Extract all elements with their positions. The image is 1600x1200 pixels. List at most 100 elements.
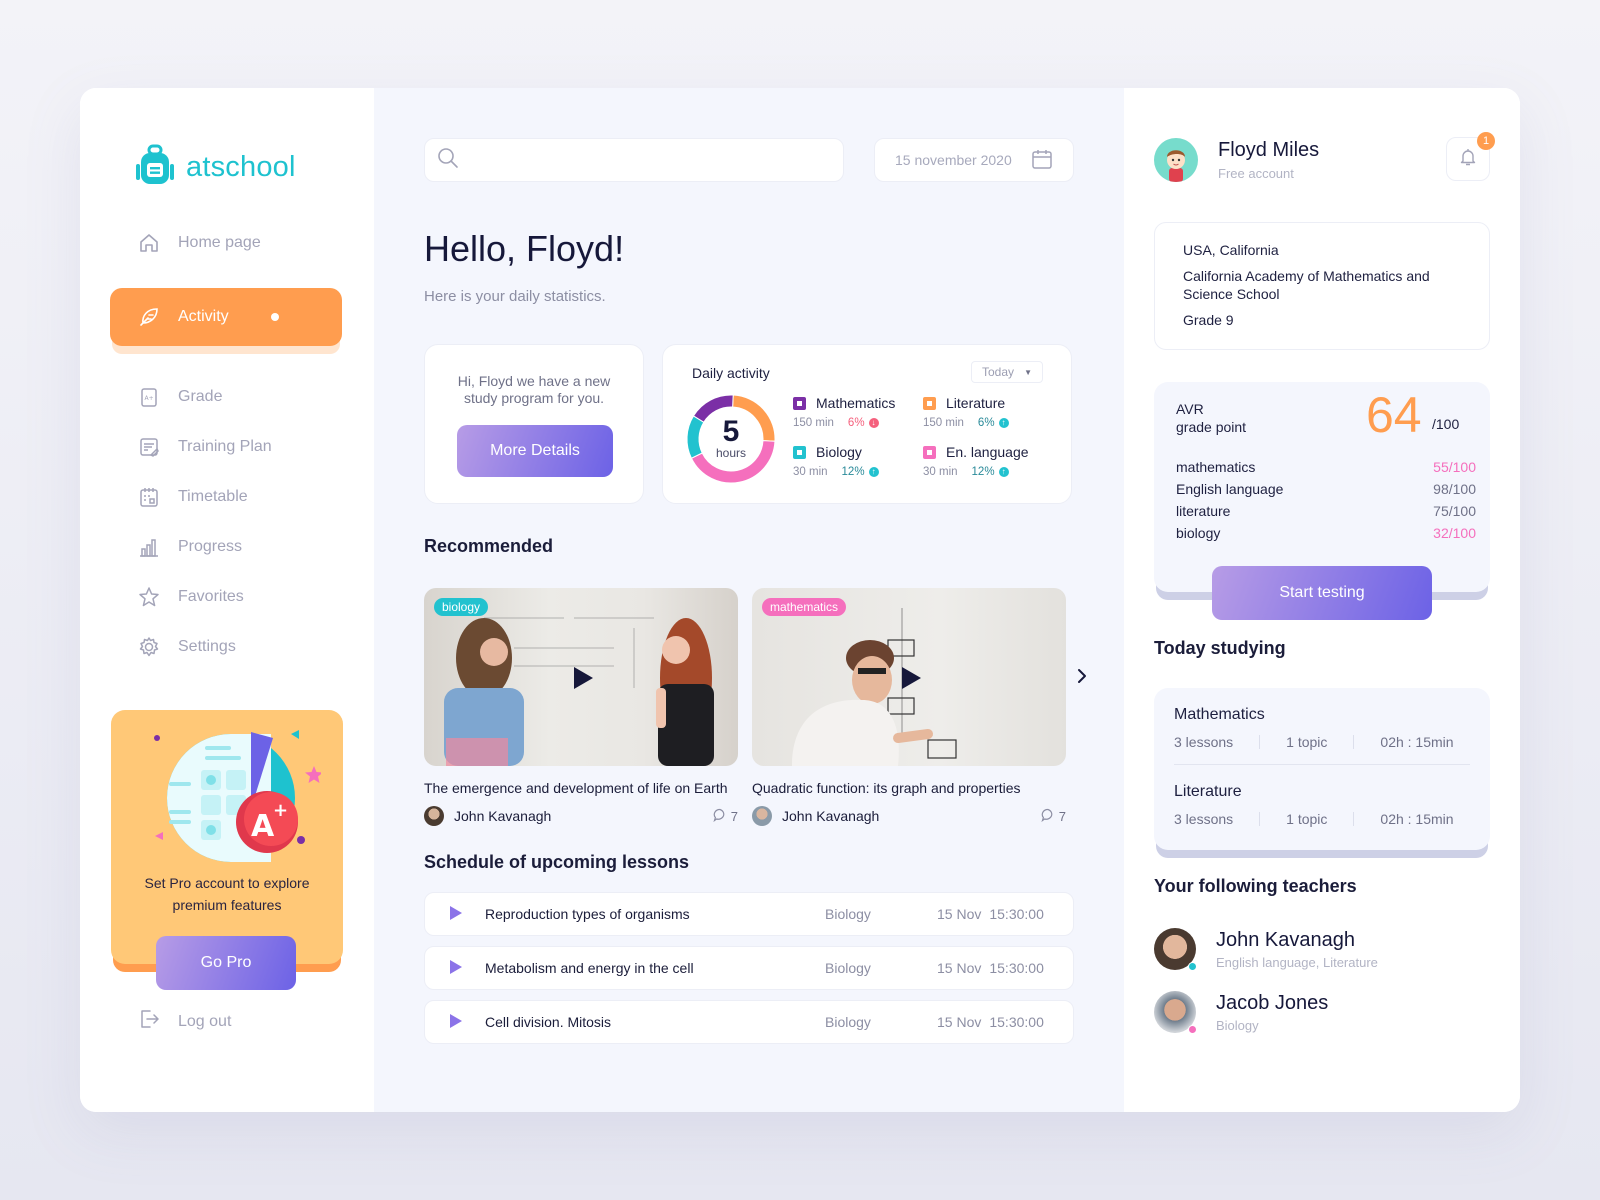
sidebar-item-settings[interactable]: Settings (110, 622, 342, 672)
feather-icon (138, 306, 160, 328)
grade-row: literature 75/100 (1176, 500, 1476, 522)
sidebar-item-label: Settings (178, 638, 236, 655)
studying-item[interactable]: Mathematics 3 lessons 1 topic 02h : 15mi… (1174, 688, 1470, 750)
grade-row: mathematics 55/100 (1176, 456, 1476, 478)
video-title[interactable]: The emergence and development of life on… (424, 780, 738, 796)
sidebar-item-label: Favorites (178, 588, 244, 605)
divider (1353, 735, 1355, 749)
legend-item-literature: Literature 150 min 6% ↑ (923, 395, 1009, 429)
sidebar: atschool Home page Activity A+ Grade Tra… (80, 88, 374, 1112)
lesson-row[interactable]: Cell division. Mitosis Biology 15 Nov 15… (424, 1000, 1074, 1044)
video-title[interactable]: Quadratic function: its graph and proper… (752, 780, 1066, 796)
online-status (1188, 962, 1197, 971)
lesson-date: 15 Nov (937, 1014, 982, 1030)
play-icon[interactable] (900, 666, 922, 695)
brand-name: atschool (186, 151, 296, 183)
logout-button[interactable]: Log out (138, 1008, 231, 1035)
search-box[interactable] (424, 138, 844, 182)
subject-change: 6% (977, 417, 995, 429)
sidebar-item-grade[interactable]: A+ Grade (110, 372, 342, 422)
sidebar-item-training-plan[interactable]: Training Plan (110, 422, 342, 472)
gpa-out-of: /100 (1432, 416, 1460, 432)
period-value: Today (982, 365, 1015, 379)
comments-count[interactable]: 7 (713, 808, 738, 825)
video-thumbnail[interactable]: biology (424, 588, 738, 766)
studying-item[interactable]: Literature 3 lessons 1 topic 02h : 15min (1174, 764, 1470, 827)
calendar-icon (1031, 148, 1053, 173)
teacher-avatar (1154, 928, 1197, 971)
play-icon[interactable] (572, 666, 594, 695)
sidebar-item-timetable[interactable]: Timetable (110, 472, 342, 522)
author-avatar (424, 806, 444, 826)
promo-text: Set Pro account to explore premium featu… (111, 872, 343, 916)
play-icon[interactable] (449, 959, 469, 978)
comment-icon (713, 808, 727, 825)
star-icon (138, 586, 160, 608)
lesson-row[interactable]: Reproduction types of organisms Biology … (424, 892, 1074, 936)
donut-center: 5 hours (685, 393, 777, 485)
backpack-icon (134, 144, 176, 191)
divider (1259, 812, 1261, 826)
teacher-item[interactable]: John Kavanagh English language, Literatu… (1154, 928, 1378, 971)
lessons-count: 3 lessons (1174, 811, 1234, 827)
notifications-button[interactable]: 1 (1446, 132, 1495, 181)
study-program-card: Hi, Floyd we have a new study program fo… (424, 344, 644, 504)
logo[interactable]: atschool (134, 144, 296, 191)
subject-minutes: 150 min (793, 417, 834, 429)
grade-score: 98/100 (1433, 481, 1476, 497)
sidebar-item-progress[interactable]: Progress (110, 522, 342, 572)
period-dropdown[interactable]: Today ▼ (971, 361, 1043, 383)
lesson-name: Cell division. Mitosis (485, 1014, 612, 1030)
boy-avatar-icon (1167, 150, 1185, 182)
promo-text-line: Set Pro account to explore (144, 875, 310, 891)
training-plan-icon (138, 436, 160, 458)
sidebar-item-label: Home page (178, 234, 261, 251)
sidebar-item-favorites[interactable]: Favorites (110, 572, 342, 622)
notification-badge: 1 (1477, 132, 1495, 150)
gpa-label-line: AVR (1176, 401, 1204, 417)
recommended-title: Recommended (424, 536, 554, 556)
comments-count[interactable]: 7 (1041, 808, 1066, 825)
date-picker[interactable]: 15 november 2020 (874, 138, 1074, 182)
duration: 02h : 15min (1380, 811, 1454, 827)
comments-value: 7 (730, 808, 738, 824)
bar-chart-icon (138, 536, 160, 558)
user-profile[interactable]: Floyd Miles Free account (1154, 138, 1319, 182)
video-thumbnail[interactable]: mathematics (752, 588, 1066, 766)
teachers-title: Your following teachers (1154, 876, 1357, 896)
svg-text:A+: A+ (145, 395, 154, 402)
greeting-subtitle: Here is your daily statistics. (424, 288, 606, 305)
video-card: biology The emergence and development of… (424, 588, 738, 826)
chevron-right-icon[interactable] (1074, 668, 1090, 689)
play-icon[interactable] (449, 905, 469, 924)
subject-minutes: 150 min (923, 417, 964, 429)
subject-change: 12% (971, 466, 995, 478)
teacher-avatar (1154, 991, 1197, 1034)
search-input[interactable] (467, 152, 843, 168)
more-details-button[interactable]: More Details (457, 425, 613, 477)
teacher-item[interactable]: Jacob Jones Biology (1154, 991, 1328, 1034)
color-swatch (923, 445, 936, 459)
logout-label: Log out (178, 1012, 232, 1030)
lesson-row[interactable]: Metabolism and energy in the cell Biolog… (424, 946, 1074, 990)
video-tag: biology (434, 598, 489, 616)
lesson-name: Metabolism and energy in the cell (485, 960, 694, 976)
date-value: 15 november 2020 (895, 152, 1012, 168)
video-tag: mathematics (762, 598, 847, 616)
sidebar-item-activity[interactable]: Activity (110, 288, 342, 346)
grade-icon: A+ (138, 386, 160, 408)
start-testing-button[interactable]: Start testing (1212, 566, 1432, 620)
sidebar-item-label: Timetable (178, 488, 248, 505)
go-pro-button[interactable]: Go Pro (156, 936, 296, 990)
teacher-subjects: Biology (1216, 1017, 1259, 1033)
search-icon (437, 147, 459, 174)
location: USA, California (1183, 242, 1279, 258)
grade-row: biology 32/100 (1176, 522, 1476, 544)
school-name: California Academy of Mathematics and Sc… (1183, 268, 1430, 302)
trend-up-icon: ↑ (868, 467, 879, 477)
legend-item-biology: Biology 30 min 12% ↑ (793, 444, 879, 478)
duration: 02h : 15min (1380, 734, 1454, 750)
play-icon[interactable] (449, 1013, 469, 1032)
trend-down-icon: ↓ (868, 418, 879, 428)
sidebar-item-home[interactable]: Home page (110, 218, 342, 268)
